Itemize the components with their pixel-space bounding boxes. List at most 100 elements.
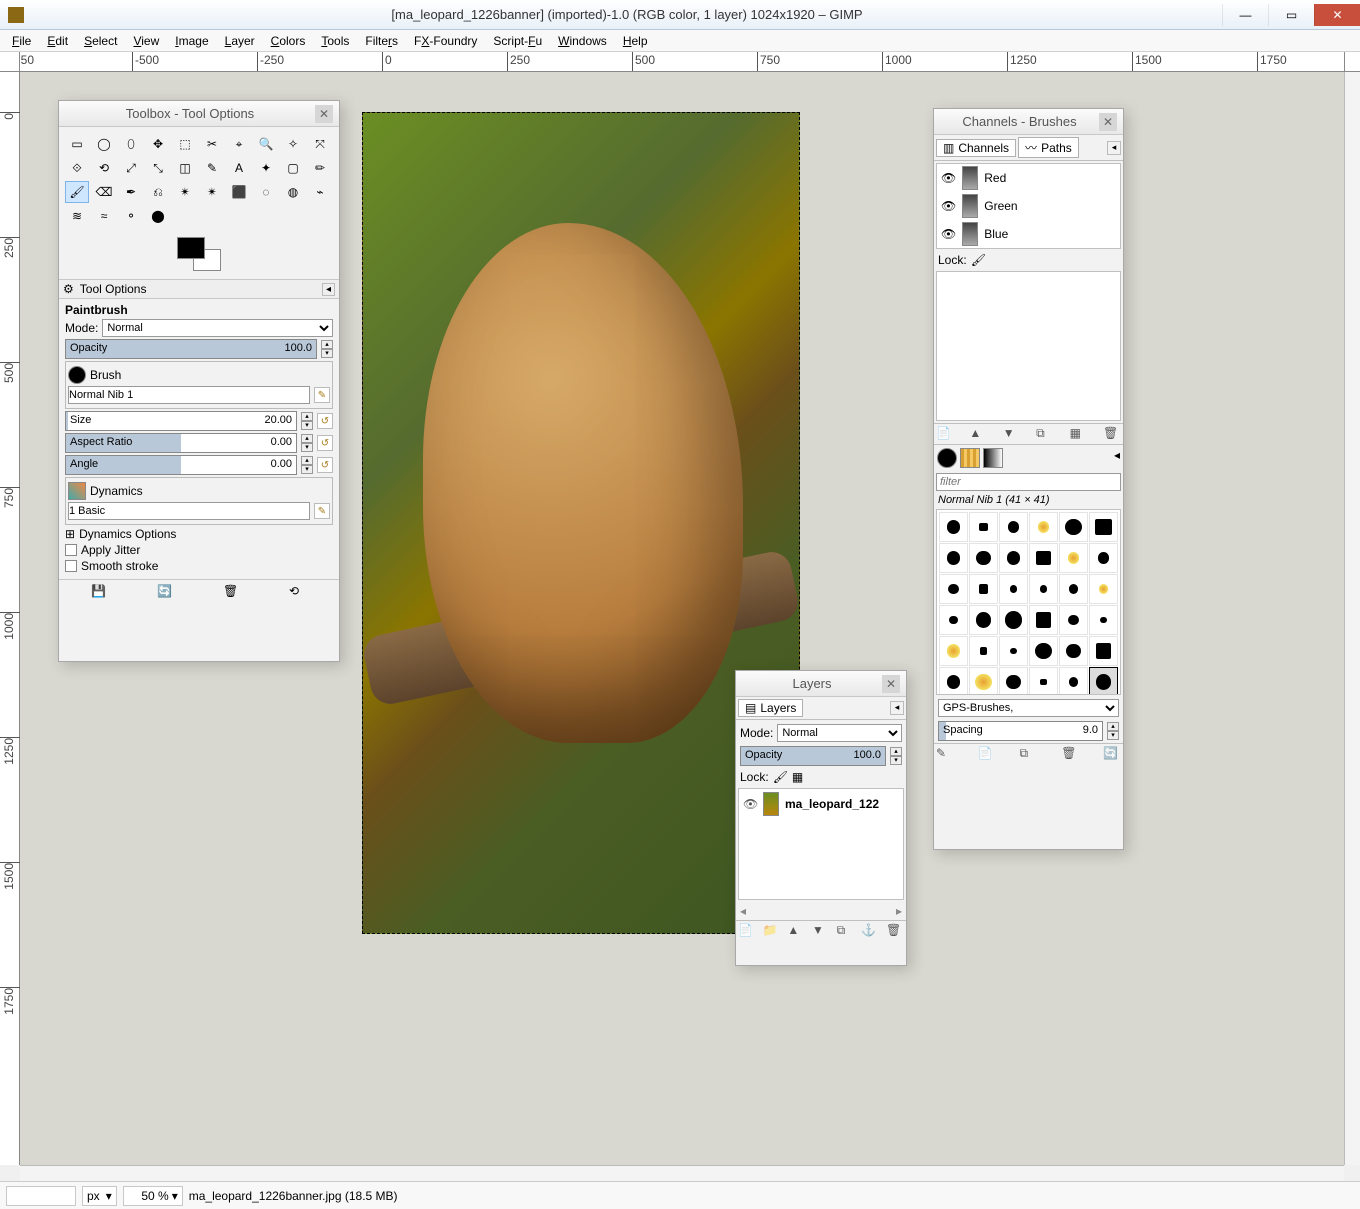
channels-tab[interactable]: ▥ Channels xyxy=(936,139,1016,157)
layer-group-icon[interactable]: 📁 xyxy=(763,923,781,939)
channel-row-blue[interactable]: 👁Blue xyxy=(937,220,1120,248)
angle-slider[interactable]: Angle 0.00 xyxy=(65,455,297,475)
new-brush-icon[interactable]: 📄 xyxy=(978,746,996,762)
tool-19[interactable]: ✏ xyxy=(308,157,332,179)
raise-channel-icon[interactable]: ▲ xyxy=(969,426,987,442)
tool-options-menu[interactable]: ◂ xyxy=(322,283,335,296)
brush-cell[interactable] xyxy=(1029,512,1058,542)
brush-cell[interactable] xyxy=(1089,512,1118,542)
brush-cell[interactable] xyxy=(939,512,968,542)
tool-32[interactable]: ⚬ xyxy=(119,205,143,227)
tool-22[interactable]: ✒ xyxy=(119,181,143,203)
tool-1[interactable]: ◯ xyxy=(92,133,116,155)
brush-cell[interactable] xyxy=(969,512,998,542)
brush-cell[interactable] xyxy=(1029,636,1058,666)
tool-18[interactable]: ▢ xyxy=(281,157,305,179)
opt-reset-icon[interactable]: ⟲ xyxy=(289,584,307,600)
menu-filters[interactable]: Filters xyxy=(357,32,406,50)
tool-7[interactable]: 🔍 xyxy=(254,133,278,155)
anchor-layer-icon[interactable]: ⚓ xyxy=(861,923,879,939)
tool-23[interactable]: ⎌ xyxy=(146,181,170,203)
brush-cell[interactable] xyxy=(1089,636,1118,666)
tool-26[interactable]: ⬛ xyxy=(227,181,251,203)
brush-cell[interactable] xyxy=(1059,636,1088,666)
smooth-stroke-check[interactable]: Smooth stroke xyxy=(65,559,333,573)
menu-edit[interactable]: Edit xyxy=(39,32,76,50)
refresh-brush-icon[interactable]: 🔄 xyxy=(1103,746,1121,762)
brush-edit-icon[interactable]: ✎ xyxy=(314,387,330,403)
delete-channel-icon[interactable]: 🗑 xyxy=(1103,426,1121,442)
layers-config-icon[interactable]: ◂ xyxy=(890,701,904,715)
ruler-corner[interactable] xyxy=(0,52,20,72)
tool-12[interactable]: ⤢ xyxy=(119,157,143,179)
tool-8[interactable]: ✧ xyxy=(281,133,305,155)
aspect-reset-icon[interactable]: ↺ xyxy=(317,435,333,451)
brush-cell[interactable] xyxy=(969,667,998,695)
horizontal-scrollbar[interactable] xyxy=(20,1165,1344,1181)
tool-21[interactable]: ⌫ xyxy=(92,181,116,203)
color-swatch[interactable] xyxy=(177,237,221,271)
dynamics-options-expand[interactable]: ⊞Dynamics Options xyxy=(65,527,333,541)
close-button[interactable]: ✕ xyxy=(1314,4,1360,26)
aspect-slider[interactable]: Aspect Ratio 0.00 xyxy=(65,433,297,453)
tool-9[interactable]: ⤧ xyxy=(308,133,332,155)
brush-cell[interactable] xyxy=(1059,512,1088,542)
brush-cell[interactable] xyxy=(969,543,998,573)
aspect-spinner[interactable]: ▴▾ xyxy=(301,434,313,452)
tool-4[interactable]: ⬚ xyxy=(173,133,197,155)
brush-cell[interactable] xyxy=(1089,605,1118,635)
brush-cell[interactable] xyxy=(999,543,1028,573)
brush-cell[interactable] xyxy=(939,605,968,635)
brush-cell[interactable] xyxy=(999,605,1028,635)
menu-image[interactable]: Image xyxy=(167,32,216,50)
menu-windows[interactable]: Windows xyxy=(550,32,615,50)
minimize-button[interactable]: — xyxy=(1222,4,1268,26)
size-reset-icon[interactable]: ↺ xyxy=(317,413,333,429)
tool-30[interactable]: ≋ xyxy=(65,205,89,227)
lower-layer-icon[interactable]: ▼ xyxy=(812,923,830,939)
tool-5[interactable]: ✂ xyxy=(200,133,224,155)
lock-alpha-icon[interactable]: ▦ xyxy=(792,770,803,784)
opacity-spinner[interactable]: ▴▾ xyxy=(321,340,333,358)
brush-cell[interactable] xyxy=(999,512,1028,542)
brush-preset-select[interactable]: GPS-Brushes, xyxy=(938,699,1119,717)
new-channel-icon[interactable]: 📄 xyxy=(936,426,954,442)
channels-config-icon[interactable]: ◂ xyxy=(1107,141,1121,155)
fg-color[interactable] xyxy=(177,237,205,259)
channel-row-green[interactable]: 👁Green xyxy=(937,192,1120,220)
tool-options-tab[interactable]: Tool Options xyxy=(80,282,147,296)
chanbrush-close[interactable]: ✕ xyxy=(1099,113,1117,131)
layer-scroll-left[interactable]: ◂ xyxy=(740,904,746,918)
dynamics-name-field[interactable] xyxy=(68,502,310,520)
toolbox-close[interactable]: ✕ xyxy=(315,105,333,123)
tool-11[interactable]: ⟲ xyxy=(92,157,116,179)
tool-28[interactable]: ◍ xyxy=(281,181,305,203)
menu-tools[interactable]: Tools xyxy=(313,32,357,50)
menu-help[interactable]: Help xyxy=(615,32,656,50)
menu-scriptfu[interactable]: Script-Fu xyxy=(485,32,550,50)
maximize-button[interactable]: ▭ xyxy=(1268,4,1314,26)
brush-cell[interactable] xyxy=(1059,574,1088,604)
visibility-icon[interactable]: 👁 xyxy=(941,199,956,213)
edit-brush-icon[interactable]: ✎ xyxy=(936,746,954,762)
menu-select[interactable]: Select xyxy=(76,32,125,50)
size-slider[interactable]: Size 20.00 xyxy=(65,411,297,431)
lock-pixels-icon[interactable]: 🖌 xyxy=(773,770,788,784)
paths-tab[interactable]: 〰 Paths xyxy=(1018,137,1079,158)
dynamics-edit-icon[interactable]: ✎ xyxy=(314,503,330,519)
brush-cell[interactable] xyxy=(969,636,998,666)
apply-jitter-check[interactable]: Apply Jitter xyxy=(65,543,333,557)
angle-spinner[interactable]: ▴▾ xyxy=(301,456,313,474)
opacity-slider[interactable]: Opacity 100.0 xyxy=(65,339,317,359)
spacing-spinner[interactable]: ▴▾ xyxy=(1107,722,1119,740)
opt-save-icon[interactable]: 💾 xyxy=(91,584,109,600)
channel-lock-icon[interactable]: 🖌 xyxy=(971,253,986,267)
tool-2[interactable]: ⬯ xyxy=(119,133,143,155)
brushes-tab[interactable] xyxy=(937,448,957,468)
gradients-tab[interactable] xyxy=(983,448,1003,468)
channel-row-red[interactable]: 👁Red xyxy=(937,164,1120,192)
tool-14[interactable]: ◫ xyxy=(173,157,197,179)
tool-25[interactable]: ✴ xyxy=(200,181,224,203)
tool-13[interactable]: ⤡ xyxy=(146,157,170,179)
menu-layer[interactable]: Layer xyxy=(217,32,263,50)
